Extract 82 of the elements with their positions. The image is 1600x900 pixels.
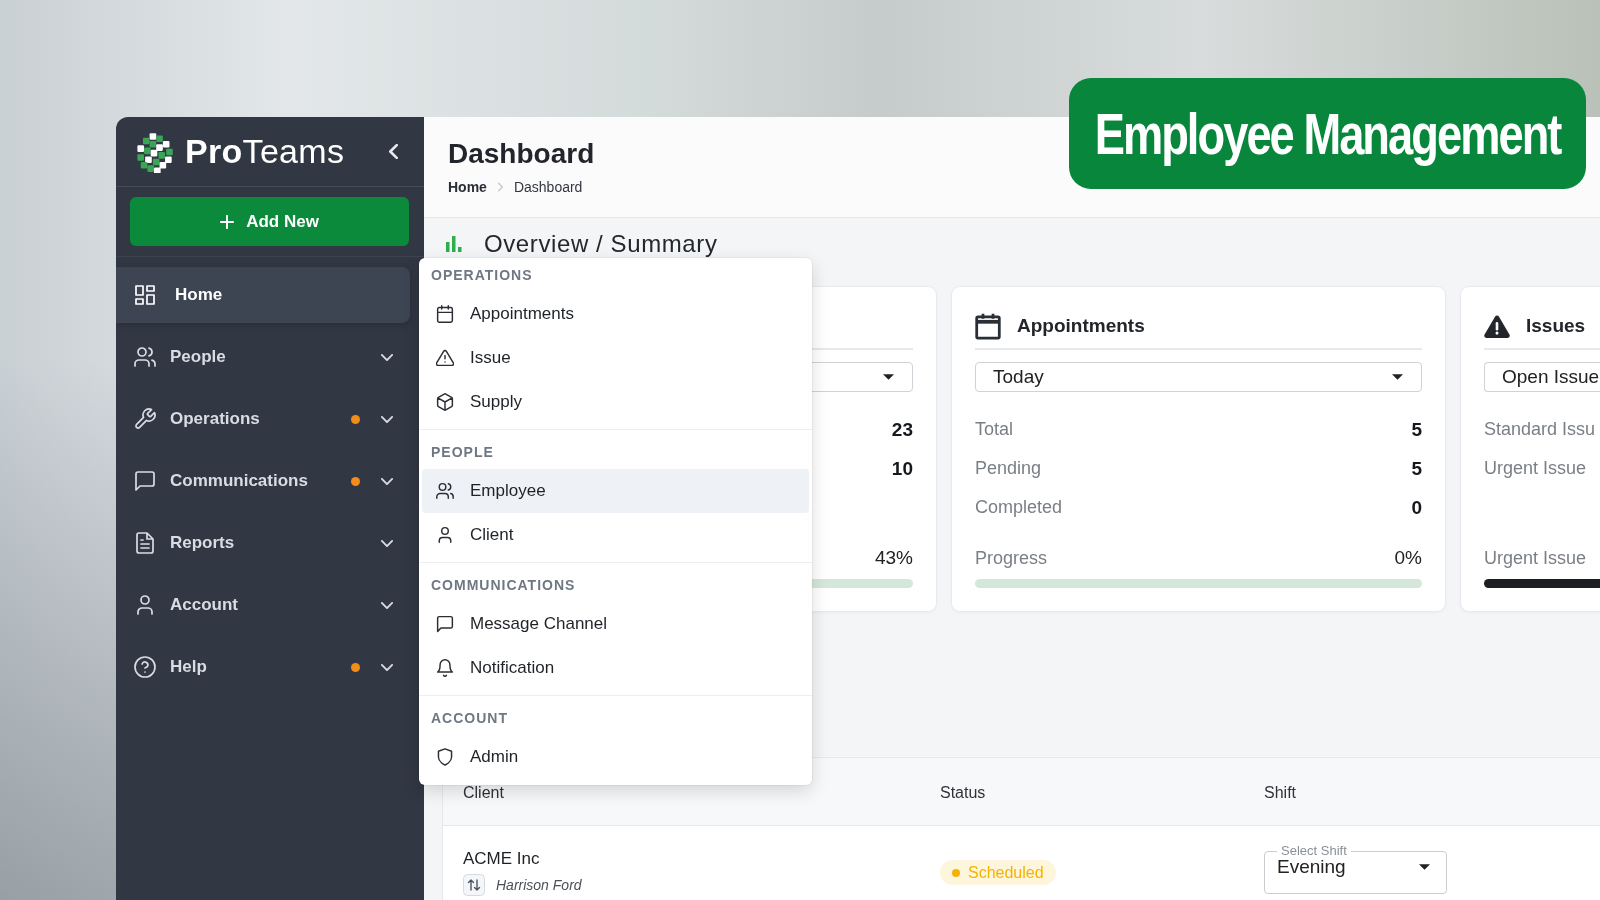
document-icon xyxy=(134,532,156,554)
users-icon xyxy=(134,346,156,368)
caret-down-icon xyxy=(1419,864,1430,870)
stat-value: 5 xyxy=(1411,457,1422,480)
nav-item[interactable]: Communications xyxy=(116,453,410,509)
add-new-button[interactable]: Add New xyxy=(130,197,409,246)
filter-select[interactable]: Open Issue xyxy=(1484,362,1600,392)
menu-item[interactable]: Message Channel xyxy=(422,602,809,646)
menu-heading: PEOPLE xyxy=(430,443,495,462)
nav-item[interactable]: Reports xyxy=(116,515,410,571)
stat-label: Total xyxy=(975,419,1014,440)
stat-label: Completed xyxy=(975,497,1063,518)
chevron-down-icon xyxy=(381,353,393,361)
filter-select[interactable]: Today xyxy=(975,362,1422,392)
contact-name: Harrison Ford xyxy=(496,877,582,893)
dashboard-icon xyxy=(134,284,156,306)
chat-icon xyxy=(134,470,156,492)
nav-item[interactable]: Operations xyxy=(116,391,410,447)
client-name: ACME Inc xyxy=(463,848,540,870)
chevron-down-icon xyxy=(381,539,393,547)
stat-value: 5 xyxy=(1411,418,1422,441)
help-icon xyxy=(134,656,156,678)
nav-item[interactable]: Home xyxy=(116,267,410,323)
user-icon xyxy=(436,526,454,544)
stat-value: 0 xyxy=(1411,496,1422,519)
status-label: Scheduled xyxy=(968,863,1044,882)
warning-icon xyxy=(436,349,454,367)
stat-value: 23 xyxy=(891,418,913,441)
user-icon xyxy=(134,594,156,616)
progress-reading: 43% xyxy=(874,547,913,569)
title-banner: Employee Management xyxy=(1069,78,1586,189)
stat-label: Pending xyxy=(975,458,1042,479)
menu-heading: COMMUNICATIONS xyxy=(430,576,577,595)
page-title: Dashboard xyxy=(448,137,595,171)
menu-item[interactable]: Supply xyxy=(422,380,809,424)
cube-icon xyxy=(436,393,454,411)
menu-item[interactable]: Notification xyxy=(422,646,809,690)
column-header: Status xyxy=(940,784,987,802)
stat-label: Standard Issu xyxy=(1484,419,1596,440)
bell-icon xyxy=(436,659,454,677)
breadcrumb-link[interactable]: Home xyxy=(448,179,487,195)
chevron-down-icon xyxy=(381,663,393,671)
logo-icon xyxy=(134,130,174,173)
menu-item[interactable]: Employee xyxy=(422,469,809,513)
progress-reading: 0% xyxy=(1394,547,1422,569)
brand-name: ProTeams xyxy=(185,132,345,171)
menu-item[interactable]: Admin xyxy=(422,735,809,779)
menu-heading: OPERATIONS xyxy=(430,266,534,285)
card-title: Appointments xyxy=(1017,315,1145,337)
chat-icon xyxy=(436,615,454,633)
caret-down-icon xyxy=(883,374,894,380)
bar-chart-icon xyxy=(446,236,464,252)
breadcrumb-current: Dashboard xyxy=(513,179,583,195)
plus-icon xyxy=(220,214,235,229)
section-title: Overview / Summary xyxy=(484,230,718,258)
chevron-left-icon[interactable] xyxy=(389,144,398,159)
nav-item[interactable]: People xyxy=(116,329,410,385)
menu-heading: ACCOUNT xyxy=(430,709,509,728)
chevron-down-icon xyxy=(381,415,393,423)
wrench-icon xyxy=(134,408,156,430)
shield-icon xyxy=(436,748,454,766)
caret-down-icon xyxy=(1392,374,1403,380)
calendar-icon xyxy=(975,312,1001,340)
card-title: Issues xyxy=(1526,315,1586,337)
column-header: Shift xyxy=(1264,784,1297,802)
nav-item[interactable]: Help xyxy=(116,639,410,695)
stat-value: 10 xyxy=(891,457,913,480)
chevron-down-icon xyxy=(381,601,393,609)
stat-label: Urgent Issue xyxy=(1484,458,1587,479)
swap-icon xyxy=(463,874,485,896)
calendar-icon xyxy=(436,305,454,323)
nav-item[interactable]: Account xyxy=(116,577,410,633)
menu-item[interactable]: Client xyxy=(422,513,809,557)
chevron-down-icon xyxy=(381,477,393,485)
menu-item[interactable]: Appointments xyxy=(422,292,809,336)
users-icon xyxy=(436,482,454,500)
shift-select[interactable]: Select Shift Evening xyxy=(1264,844,1447,894)
progress-label: Urgent Issue xyxy=(1484,547,1587,569)
progress-label: Progress xyxy=(975,547,1048,569)
menu-item[interactable]: Issue xyxy=(422,336,809,380)
column-header: Client xyxy=(463,784,505,802)
chevron-right-icon xyxy=(497,182,503,192)
